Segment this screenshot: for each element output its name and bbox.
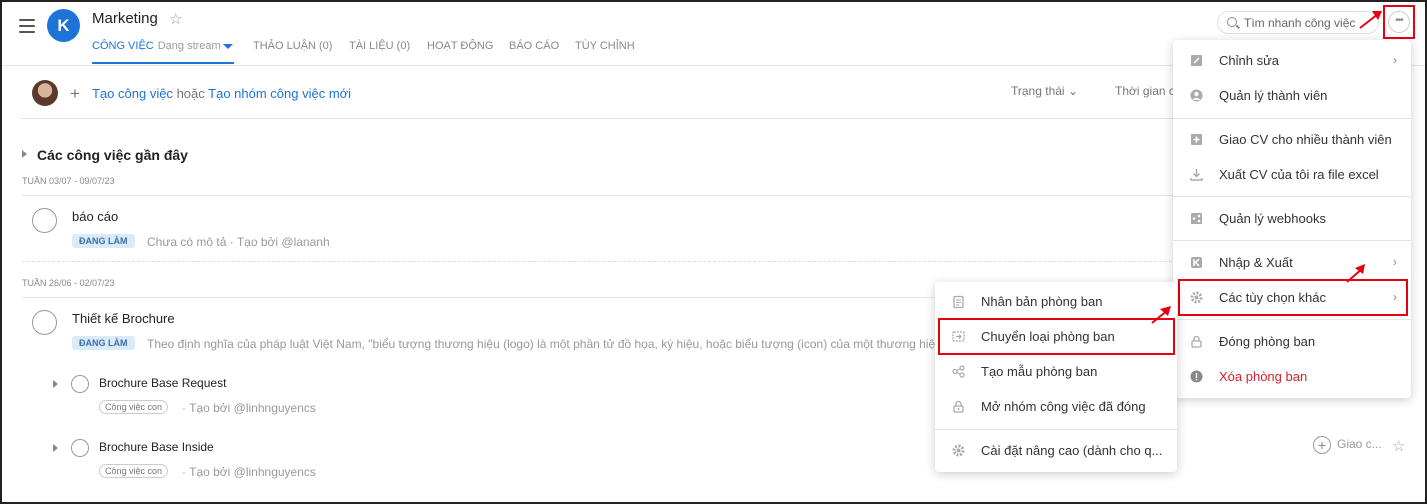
subtask-checkbox[interactable] bbox=[71, 375, 89, 393]
plus-icon[interactable]: + bbox=[70, 84, 80, 104]
task-meta: Chưa có mô tả · Tạo bởi @lananh bbox=[147, 235, 330, 249]
search-input[interactable]: Tìm nhanh công việc bbox=[1217, 11, 1379, 34]
create-task-link[interactable]: Tạo công việc bbox=[92, 86, 173, 101]
subtask-chip: Công việc con bbox=[99, 400, 169, 414]
caret-right-icon[interactable] bbox=[53, 444, 58, 452]
chevron-right-icon: › bbox=[1393, 53, 1397, 67]
tab-tasks[interactable]: CÔNG VIỆC Dạng stream bbox=[92, 40, 221, 52]
plus-circle-icon: + bbox=[1313, 436, 1331, 454]
page-title: Marketing bbox=[92, 10, 158, 27]
menu-item-delete-department[interactable]: Xóa phòng ban bbox=[1173, 359, 1411, 394]
task-title[interactable]: báo cáo bbox=[72, 209, 118, 224]
submenu-item-advanced-settings[interactable]: Cài đặt nâng cao (dành cho q... bbox=[935, 433, 1177, 468]
menu-item-assign-multi[interactable]: Giao CV cho nhiều thành viên bbox=[1173, 122, 1411, 157]
submenu-item-create-template[interactable]: Tạo mẫu phòng ban bbox=[935, 354, 1177, 389]
menu-item-webhooks[interactable]: Quản lý webhooks bbox=[1173, 201, 1411, 236]
menu-divider bbox=[935, 429, 1177, 430]
subtask-chip: Công việc con bbox=[99, 464, 169, 478]
lock-icon bbox=[1191, 335, 1202, 348]
task-checkbox[interactable] bbox=[32, 208, 57, 233]
menu-divider bbox=[1173, 240, 1411, 241]
section-title: Các công việc gần đây bbox=[37, 147, 188, 163]
assign-button[interactable]: + Giao c... bbox=[1313, 436, 1382, 454]
task-meta: Theo định nghĩa của pháp luật Việt Nam, … bbox=[147, 337, 937, 351]
subtask-meta: · Tạo bởi @linhnguyencs bbox=[182, 401, 316, 415]
status-badge: ĐANG LÀM bbox=[72, 336, 135, 350]
share-icon bbox=[952, 365, 965, 378]
subtask-title[interactable]: Brochure Base Inside bbox=[99, 440, 214, 454]
other-options-submenu: Nhân bản phòng ban Chuyển loại phòng ban… bbox=[935, 282, 1177, 472]
pointer-arrow-icon bbox=[1151, 306, 1171, 324]
active-tab-indicator bbox=[92, 62, 234, 64]
week-label: TUẦN 26/06 - 02/07/23 bbox=[22, 278, 115, 288]
subtask-meta: · Tạo bởi @linhnguyencs bbox=[182, 465, 316, 479]
unlock-icon bbox=[953, 400, 964, 413]
pointer-arrow-icon bbox=[1346, 264, 1365, 283]
create-task-row: Tạo công việc hoặc Tạo nhóm công việc mớ… bbox=[92, 86, 351, 101]
tab-discussion[interactable]: THẢO LUẬN (0) bbox=[253, 40, 332, 52]
create-group-link[interactable]: Tạo nhóm công việc mới bbox=[208, 86, 351, 101]
time-filter[interactable]: Thời gian c bbox=[1115, 84, 1175, 98]
menu-item-members[interactable]: Quản lý thành viên bbox=[1173, 78, 1411, 113]
submenu-item-duplicate[interactable]: Nhân bản phòng ban bbox=[935, 284, 1177, 319]
menu-item-export-excel[interactable]: Xuất CV của tôi ra file excel bbox=[1173, 157, 1411, 192]
download-icon bbox=[1190, 169, 1203, 181]
chevron-right-icon: › bbox=[1393, 255, 1397, 269]
tab-documents[interactable]: TÀI LIỆU (0) bbox=[349, 40, 410, 52]
menu-divider bbox=[1173, 118, 1411, 119]
submenu-item-reopen-group[interactable]: Mở nhóm công việc đã đóng bbox=[935, 389, 1177, 424]
highlight-box bbox=[938, 318, 1175, 355]
menu-item-edit[interactable]: Chỉnh sửa › bbox=[1173, 43, 1411, 78]
share-icon bbox=[1191, 213, 1202, 224]
user-icon bbox=[1190, 89, 1203, 102]
chevron-down-icon: ⌄ bbox=[1067, 84, 1078, 98]
chevron-down-icon[interactable] bbox=[223, 44, 233, 49]
status-filter[interactable]: Trạng thái ⌄ bbox=[1011, 84, 1078, 98]
tab-reports[interactable]: BÁO CÁO bbox=[509, 40, 559, 52]
menu-divider bbox=[1173, 196, 1411, 197]
caret-right-icon[interactable] bbox=[53, 380, 58, 388]
hamburger-menu-icon[interactable] bbox=[19, 19, 35, 33]
more-options-menu: Chỉnh sửa › Quản lý thành viên Giao CV ch… bbox=[1173, 40, 1411, 398]
gear-icon bbox=[952, 444, 965, 457]
tab-tasks-view-mode: Dạng stream bbox=[157, 40, 221, 52]
menu-item-import-export[interactable]: Nhập & Xuất › bbox=[1173, 245, 1411, 280]
edit-icon bbox=[1191, 55, 1202, 66]
favorite-star-icon[interactable]: ☆ bbox=[169, 10, 182, 28]
app-logo: K bbox=[47, 9, 80, 42]
logo-icon bbox=[1191, 257, 1202, 268]
create-or-text: hoặc bbox=[176, 86, 205, 101]
tab-customize[interactable]: TÙY CHỈNH bbox=[575, 40, 635, 52]
subtask-title[interactable]: Brochure Base Request bbox=[99, 376, 226, 390]
highlight-box bbox=[1178, 279, 1408, 316]
highlight-box bbox=[1383, 5, 1415, 39]
caret-right-icon[interactable] bbox=[22, 150, 27, 158]
menu-item-close-department[interactable]: Đóng phòng ban bbox=[1173, 324, 1411, 359]
subtask-checkbox[interactable] bbox=[71, 439, 89, 457]
plus-square-icon bbox=[1191, 134, 1202, 145]
alert-icon bbox=[1190, 370, 1203, 383]
avatar bbox=[32, 80, 58, 106]
status-badge: ĐANG LÀM bbox=[72, 234, 135, 248]
task-checkbox[interactable] bbox=[32, 310, 57, 335]
pointer-arrow-icon bbox=[1359, 11, 1382, 29]
clipboard-icon bbox=[953, 295, 964, 308]
week-label: TUẦN 03/07 - 09/07/23 bbox=[22, 176, 115, 186]
task-title[interactable]: Thiết kế Brochure bbox=[72, 311, 175, 326]
tab-activity[interactable]: HOẠT ĐỘNG bbox=[427, 40, 493, 52]
menu-divider bbox=[1173, 319, 1411, 320]
star-icon[interactable]: ☆ bbox=[1392, 437, 1405, 455]
search-icon bbox=[1227, 17, 1237, 27]
